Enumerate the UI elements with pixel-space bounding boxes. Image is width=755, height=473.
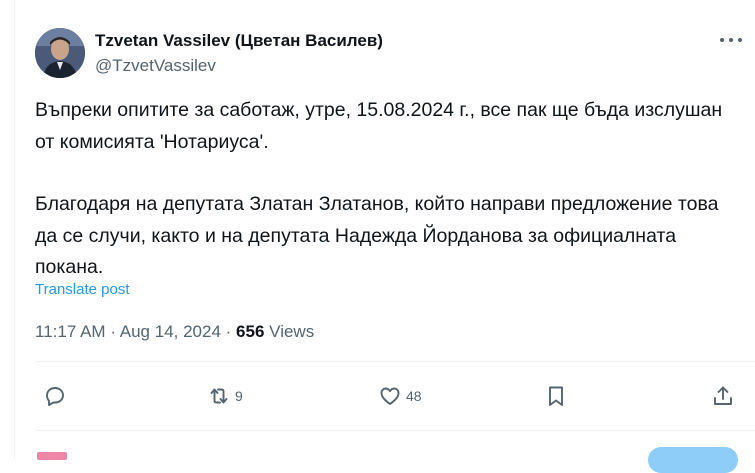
like-count: 48	[406, 388, 422, 404]
translate-post-link[interactable]: Translate post	[35, 281, 130, 298]
retweet-count: 9	[235, 388, 243, 404]
bookmark-icon	[549, 386, 563, 406]
action-bar: 9 48	[35, 372, 755, 420]
avatar[interactable]	[35, 28, 85, 78]
meta-separator: ·	[225, 322, 237, 341]
more-options-icon[interactable]	[720, 33, 742, 47]
heart-icon	[380, 387, 400, 405]
reply-icon	[46, 387, 64, 406]
views-label: Views	[269, 322, 315, 341]
bookmark-button[interactable]	[544, 383, 568, 409]
like-button[interactable]: 48	[378, 383, 422, 409]
author-name[interactable]: Tzvetan Vassilev (Цветан Василев)	[95, 31, 383, 51]
dot-icon	[720, 38, 724, 42]
retweet-button[interactable]: 9	[207, 383, 243, 409]
tweet-meta: 11:17 AM · Aug 14, 2024 · 656 Views	[35, 322, 314, 342]
tweet-paragraph: Благодаря на депутата Златан Златанов, к…	[35, 193, 719, 278]
tweet-date[interactable]: Aug 14, 2024	[120, 322, 221, 341]
tweet-text: Въпреки опитите за саботаж, утре, 15.08.…	[35, 95, 735, 284]
views-count: 656	[236, 322, 265, 341]
author-handle[interactable]: @TzvetVassilev	[95, 56, 216, 76]
tweet-card[interactable]: Tzvetan Vassilev (Цветан Василев) @Tzvet…	[15, 0, 755, 473]
share-button[interactable]	[711, 383, 735, 409]
tweet-time[interactable]: 11:17 AM	[35, 322, 106, 341]
reply-submit-button[interactable]	[648, 447, 738, 473]
avatar-photo	[35, 28, 85, 78]
reply-button[interactable]	[43, 383, 67, 409]
share-icon	[714, 386, 732, 405]
dot-icon	[729, 38, 733, 42]
dot-icon	[738, 38, 742, 42]
tweet-paragraph: Въпреки опитите за саботаж, утре, 15.08.…	[35, 99, 723, 153]
divider	[35, 361, 755, 362]
meta-separator: ·	[110, 322, 120, 341]
divider	[35, 430, 755, 431]
retweet-icon	[210, 388, 228, 404]
